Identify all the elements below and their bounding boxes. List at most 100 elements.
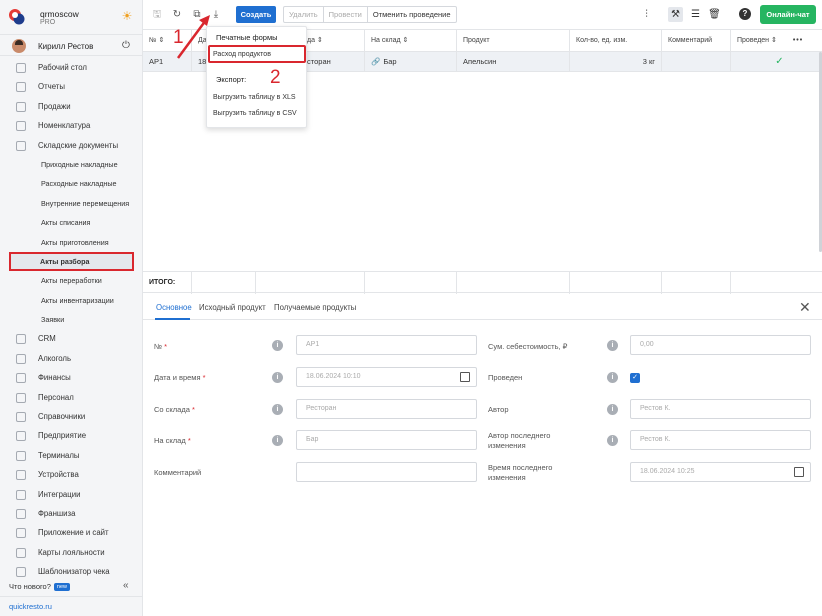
export-xls-item[interactable]: Выгрузить таблицу в XLS (213, 94, 296, 101)
info-icon[interactable]: i (272, 435, 283, 446)
tab-main[interactable]: Основное (156, 303, 192, 312)
info-icon[interactable]: i (272, 372, 283, 383)
cell-posted: ✓ (775, 56, 784, 67)
nav-item-devices[interactable]: Устройства (0, 465, 142, 484)
number-field[interactable]: АР1 (296, 335, 477, 355)
nav-item-directories[interactable]: Справочники (0, 407, 142, 426)
datetime-field[interactable]: 18.06.2024 10:10 (296, 367, 477, 387)
nav-item-app-site[interactable]: Приложение и сайт (0, 523, 142, 542)
col-posted[interactable]: Проведен ⇕ ••• (731, 30, 822, 52)
nav-item-warehouse-docs[interactable]: Складские документы (0, 136, 142, 155)
more-icon[interactable]: ••• (793, 37, 803, 44)
nav-sub-disassembly[interactable]: Акты разбора (9, 251, 134, 272)
unpost-button[interactable]: Отменить проведение (368, 7, 456, 22)
info-icon[interactable]: i (272, 340, 283, 351)
link-icon[interactable]: 🔗 (371, 57, 380, 66)
franchise-icon (16, 508, 26, 519)
info-icon[interactable]: i (272, 404, 283, 415)
nav-item-sales[interactable]: Продажи (0, 97, 142, 116)
last-modified-field[interactable]: 18.06.2024 10:25 (630, 462, 811, 482)
nav-item-reports[interactable]: Отчеты (0, 77, 142, 96)
nav-item-staff[interactable]: Персонал (0, 388, 142, 407)
nav-item-nomenclature[interactable]: Номенклатура (0, 116, 142, 135)
column-settings-icon[interactable]: ⫶ (639, 7, 654, 22)
export-csv-item[interactable]: Выгрузить таблицу в CSV (213, 110, 297, 117)
brand[interactable]: qrmoscow PRO ☀ (8, 6, 136, 28)
whats-new-link[interactable]: Что нового? new (9, 582, 70, 592)
theme-toggle-icon[interactable]: ☀ (120, 9, 134, 23)
nav-item-terminals[interactable]: Терминалы (0, 446, 142, 465)
save-icon[interactable]: 🖫 (151, 9, 163, 21)
nav-item-loyalty[interactable]: Карты лояльности (0, 543, 142, 562)
calendar-icon[interactable] (794, 467, 804, 477)
sales-icon (16, 101, 26, 112)
info-icon[interactable]: i (607, 372, 618, 383)
collapse-sidebar-icon[interactable]: « (123, 580, 129, 591)
avatar (12, 39, 26, 53)
nav-sub-inventory[interactable]: Акты инвентаризации (0, 291, 142, 310)
label-line: изменения (488, 441, 526, 450)
info-icon[interactable]: i (607, 340, 618, 351)
nav-item-enterprise[interactable]: Предприятие (0, 426, 142, 445)
reports-icon (16, 82, 26, 93)
receipt-icon (16, 567, 26, 578)
nav-item-finance[interactable]: Финансы (0, 368, 142, 387)
nav-sub-writeoff[interactable]: Акты списания (0, 213, 142, 232)
nav-item-franchise[interactable]: Франшиза (0, 504, 142, 523)
nav-sub-incoming[interactable]: Приходные накладные (0, 155, 142, 174)
nav-item-crm[interactable]: CRM (0, 329, 142, 348)
calendar-icon[interactable] (460, 372, 470, 382)
list-icon[interactable]: ☰ (688, 7, 703, 22)
required-mark: * (164, 342, 168, 351)
nav-item-dashboard[interactable]: Рабочий стол (0, 58, 142, 77)
annotation-number-2: 2 (270, 67, 281, 88)
nav-label: CRM (38, 334, 56, 344)
close-icon[interactable]: ✕ (799, 299, 811, 316)
tab-result-products[interactable]: Получаемые продукты (274, 303, 356, 312)
create-button[interactable]: Создать (236, 6, 276, 23)
col-quantity[interactable]: Кол-во, ед. изм. (570, 30, 662, 52)
nav-sub-requests[interactable]: Заявки (0, 310, 142, 329)
trash-icon[interactable]: 🗑 (707, 7, 722, 22)
field-label-last-editor: Автор последнего изменения (488, 431, 550, 451)
comment-field[interactable] (296, 462, 477, 482)
posted-checkbox[interactable]: ✓ (630, 373, 640, 383)
nav-item-integrations[interactable]: Интеграции (0, 485, 142, 504)
site-link[interactable]: quickresto.ru (0, 596, 142, 616)
nav-sub-processing[interactable]: Акты переработки (0, 271, 142, 290)
col-to-warehouse[interactable]: На склад ⇕ (365, 30, 457, 52)
total-cell (256, 272, 365, 294)
nav-label: Персонал (38, 392, 74, 402)
help-icon[interactable]: ? (739, 8, 751, 20)
from-warehouse-field[interactable]: Ресторан (296, 399, 477, 419)
total-cell (570, 272, 662, 294)
col-label: Кол-во, ед. изм. (576, 37, 628, 44)
col-comment[interactable]: Комментарий (662, 30, 731, 52)
to-warehouse-field[interactable]: Бар (296, 430, 477, 450)
nav-sub-cooking[interactable]: Акты приготовления (0, 233, 142, 252)
nav-item-receipt-template[interactable]: Шаблонизатор чека (0, 562, 142, 581)
post-button[interactable]: Провести (324, 7, 368, 22)
online-chat-button[interactable]: Онлайн-чат (760, 5, 816, 24)
cell-quantity: 3 кг (570, 52, 662, 72)
col-product[interactable]: Продукт (457, 30, 570, 52)
author-field[interactable]: Рестов К. (630, 399, 811, 419)
delete-button[interactable]: Удалить (284, 7, 324, 22)
required-mark: * (187, 436, 191, 445)
print-forms-heading: Печатные формы (216, 33, 278, 42)
annotation-arrow-icon (176, 15, 210, 59)
nav-sub-transfers[interactable]: Внутренние перемещения (0, 194, 142, 213)
nav-sub-outgoing[interactable]: Расходные накладные (0, 174, 142, 193)
tab-source-product[interactable]: Исходный продукт (199, 303, 266, 312)
info-icon[interactable]: i (607, 404, 618, 415)
power-icon[interactable]: ⏻ (122, 40, 130, 51)
table-totals: ИТОГО: (143, 271, 822, 294)
total-cell (365, 272, 457, 294)
last-editor-field[interactable]: Рестов К. (630, 430, 811, 450)
tools-icon[interactable]: ⚒ (668, 7, 683, 22)
total-cost-field[interactable]: 0,00 (630, 335, 811, 355)
nav-item-alcohol[interactable]: Алкоголь (0, 349, 142, 368)
user-panel[interactable]: Кирилл Рестов ⏻ (0, 34, 142, 56)
label-text: Дата и время (154, 373, 201, 382)
info-icon[interactable]: i (607, 435, 618, 446)
